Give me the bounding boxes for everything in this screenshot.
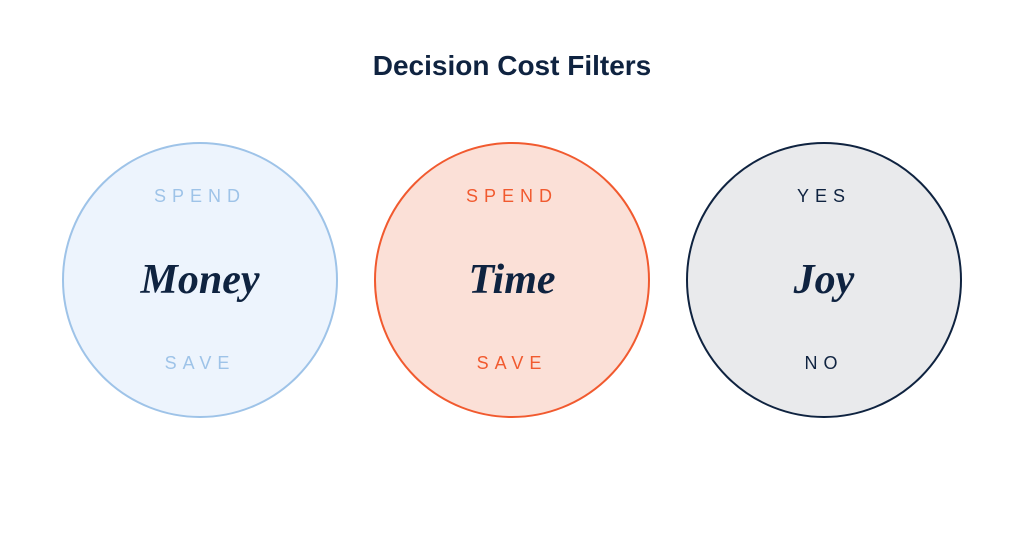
- time-center-label: Time: [468, 256, 555, 304]
- joy-center-label: Joy: [794, 256, 855, 304]
- time-top-label: SPEND: [466, 186, 558, 207]
- filter-circle-money: SPEND Money SAVE: [62, 142, 338, 418]
- filter-circle-time: SPEND Time SAVE: [374, 142, 650, 418]
- joy-bottom-label: NO: [805, 353, 844, 374]
- diagram-title: Decision Cost Filters: [373, 50, 652, 82]
- joy-top-label: YES: [797, 186, 851, 207]
- filters-row: SPEND Money SAVE SPEND Time SAVE YES Joy…: [62, 142, 962, 418]
- money-bottom-label: SAVE: [165, 353, 236, 374]
- filter-circle-joy: YES Joy NO: [686, 142, 962, 418]
- money-center-label: Money: [141, 256, 260, 304]
- money-top-label: SPEND: [154, 186, 246, 207]
- time-bottom-label: SAVE: [477, 353, 548, 374]
